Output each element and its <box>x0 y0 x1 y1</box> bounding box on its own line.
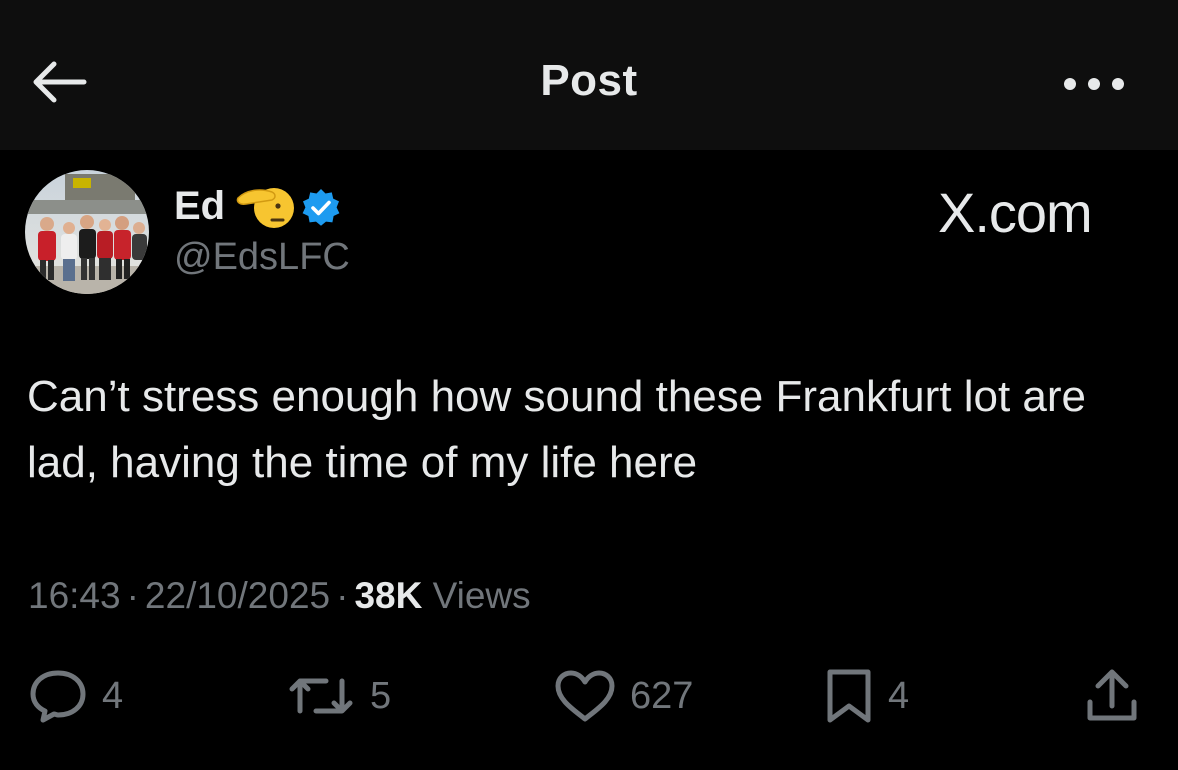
author-handle[interactable]: @EdsLFC <box>174 236 350 279</box>
share-button[interactable] <box>1082 666 1142 726</box>
post-text: Can’t stress enough how sound these Fran… <box>27 372 1087 487</box>
top-navigation-bar: Post <box>0 0 1178 150</box>
verified-badge-icon <box>302 189 340 226</box>
bookmark-count: 4 <box>888 674 910 717</box>
post-time[interactable]: 16:43 <box>28 575 121 616</box>
share-icon <box>1087 669 1137 721</box>
page-title: Post <box>540 56 638 105</box>
heart-icon <box>555 670 615 722</box>
views-count[interactable]: 38K <box>354 575 422 616</box>
more-horizontal-icon <box>1064 78 1124 90</box>
like-button[interactable]: 627 <box>554 666 693 726</box>
repost-count: 5 <box>370 674 392 717</box>
post-date[interactable]: 22/10/2025 <box>145 575 330 616</box>
separator-dot: · <box>336 575 349 616</box>
saluting-face-icon <box>236 188 294 228</box>
reply-count: 4 <box>102 674 124 717</box>
reply-icon <box>30 670 86 723</box>
views-label: Views <box>432 575 531 616</box>
repost-button[interactable]: 5 <box>286 666 391 726</box>
avatar-photo <box>25 170 149 294</box>
author-name[interactable]: Ed <box>174 184 225 229</box>
repost-icon <box>289 678 353 714</box>
site-watermark: X.com <box>938 181 1093 244</box>
bookmark-icon <box>827 669 871 723</box>
post-metadata: 16:43 · 22/10/2025 · 38K Views <box>28 575 531 617</box>
separator-dot: · <box>126 575 139 616</box>
reply-button[interactable]: 4 <box>28 666 123 726</box>
like-count: 627 <box>630 674 694 717</box>
author-avatar[interactable] <box>25 170 149 294</box>
bookmark-button[interactable]: 4 <box>824 666 909 726</box>
more-options-button[interactable] <box>1056 62 1132 106</box>
